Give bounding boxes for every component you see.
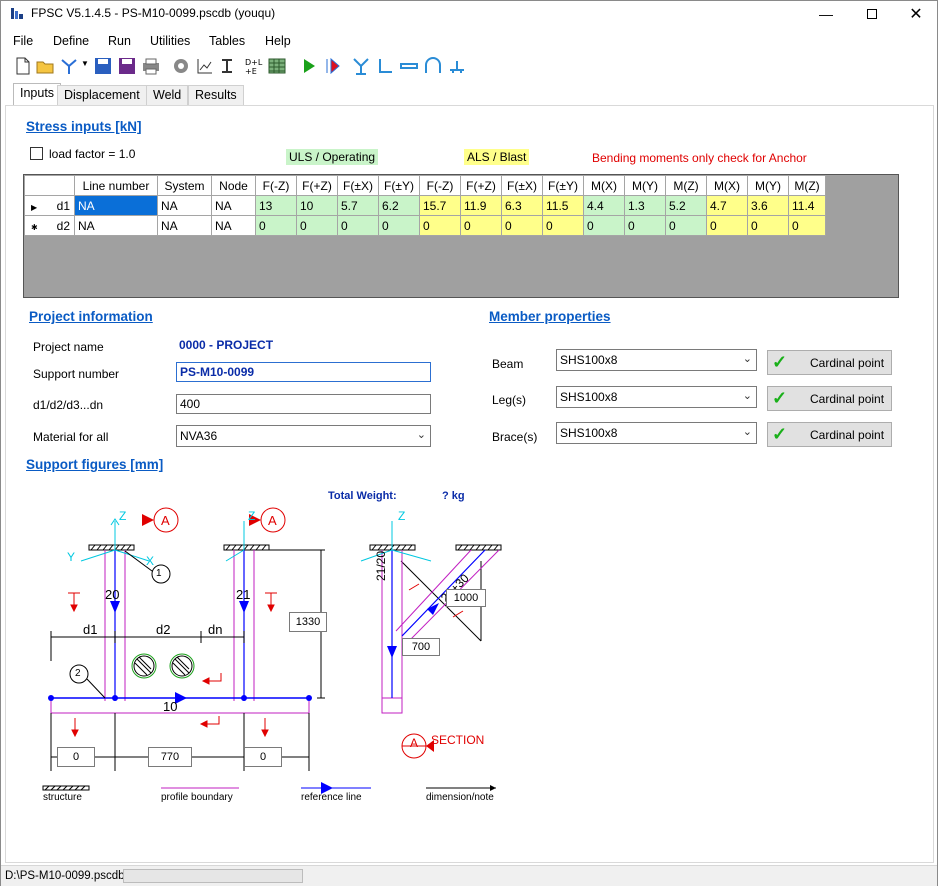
callout-2-label: 2 <box>75 668 81 679</box>
section-marker-label: A <box>410 736 419 750</box>
section-label: SECTION <box>431 733 485 747</box>
status-file-path: D:\PS-M10-0099.pscdb <box>5 870 125 882</box>
section-axis-z-label: Z <box>398 509 406 523</box>
pipe-d1 <box>131 653 157 679</box>
structure-hatch-section <box>369 544 502 551</box>
axis-triad-section <box>360 521 432 562</box>
member-10-label: 10 <box>163 699 178 714</box>
legend-dimension-note: dimension/note <box>426 792 494 803</box>
axis-y-label: Y <box>67 550 76 564</box>
dim-brace-width-box[interactable]: 1000 <box>446 589 486 607</box>
marker-a-left-label: A <box>161 513 170 528</box>
dim-height-box[interactable]: 1330 <box>289 612 327 632</box>
app-window: FPSC V5.1.4.5 - PS-M10-0099.pscdb (youqu… <box>0 0 938 886</box>
legend-reference-line: reference line <box>301 792 362 803</box>
member-21-20-label: 21/20 <box>374 550 388 581</box>
dim-span-box[interactable]: 770 <box>148 747 192 767</box>
legend-profile-boundary: profile boundary <box>161 792 233 803</box>
dim-dn-label: dn <box>208 622 223 637</box>
mid-axis-z-label: Z <box>248 509 256 523</box>
member-21-label: 21 <box>236 587 251 602</box>
dim-d2-label: d2 <box>156 622 171 637</box>
section-marker-a-left <box>142 507 179 533</box>
dim-left-offset-box[interactable]: 0 <box>57 747 95 767</box>
structure-hatch-mid <box>223 544 270 551</box>
member-20-label: 20 <box>105 587 120 602</box>
legend-structure: structure <box>43 792 82 803</box>
beam-profile <box>48 692 312 714</box>
leg-right-profile <box>233 550 255 701</box>
status-bar: D:\PS-M10-0099.pscdb <box>1 865 937 886</box>
marker-a-mid-label: A <box>268 513 277 528</box>
pipe-d2 <box>169 653 195 679</box>
axis-z-label: Z <box>119 509 127 523</box>
support-drawing <box>42 507 502 794</box>
dim-right-offset-box[interactable]: 0 <box>244 747 282 767</box>
dim-d1-label: d1 <box>83 622 98 637</box>
structure-hatch-left <box>88 544 135 551</box>
callout-1-label: 1 <box>156 568 162 579</box>
status-progress-bar <box>123 869 303 883</box>
leg-left-profile <box>104 550 126 701</box>
axis-triad-mid <box>225 521 245 562</box>
dim-brace-height-box[interactable]: 700 <box>402 638 440 656</box>
axis-x-label: X <box>146 554 155 568</box>
